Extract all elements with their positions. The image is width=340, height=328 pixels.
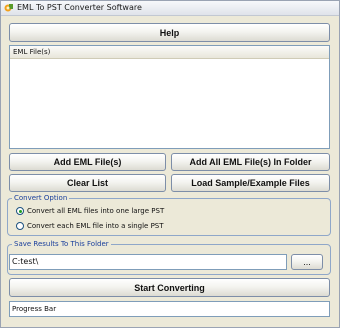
radio-one-large-pst[interactable]: Convert all EML files into one large PST (16, 207, 164, 215)
window-title: EML To PST Converter Software (17, 3, 142, 12)
radio-label: Convert each EML file into a single PST (27, 222, 164, 230)
add-eml-files-button[interactable]: Add EML File(s) (9, 153, 166, 171)
convert-option-group: Convert Option Convert all EML files int… (7, 193, 331, 236)
help-button[interactable]: Help (9, 23, 330, 42)
radio-single-pst-each[interactable]: Convert each EML file into a single PST (16, 222, 164, 230)
app-window: EML To PST Converter Software Help EML F… (0, 0, 340, 328)
browse-folder-button[interactable]: ... (291, 254, 323, 270)
load-sample-files-button[interactable]: Load Sample/Example Files (171, 174, 330, 192)
start-converting-button[interactable]: Start Converting (9, 278, 330, 297)
radio-button[interactable] (16, 222, 24, 230)
clear-list-button[interactable]: Clear List (9, 174, 166, 192)
eml-file-list[interactable]: EML File(s) (9, 45, 330, 149)
save-folder-path-input[interactable]: C:test\ (9, 254, 287, 270)
list-column-header: EML File(s) (10, 46, 329, 59)
save-folder-title: Save Results To This Folder (12, 239, 111, 249)
radio-label: Convert all EML files into one large PST (27, 207, 165, 215)
radio-button-checked[interactable] (16, 207, 24, 215)
app-icon (4, 4, 13, 12)
progress-bar: Progress Bar (9, 301, 330, 317)
convert-option-title: Convert Option (12, 193, 70, 203)
title-bar[interactable]: EML To PST Converter Software (1, 1, 339, 16)
add-all-eml-in-folder-button[interactable]: Add All EML File(s) In Folder (171, 153, 330, 171)
